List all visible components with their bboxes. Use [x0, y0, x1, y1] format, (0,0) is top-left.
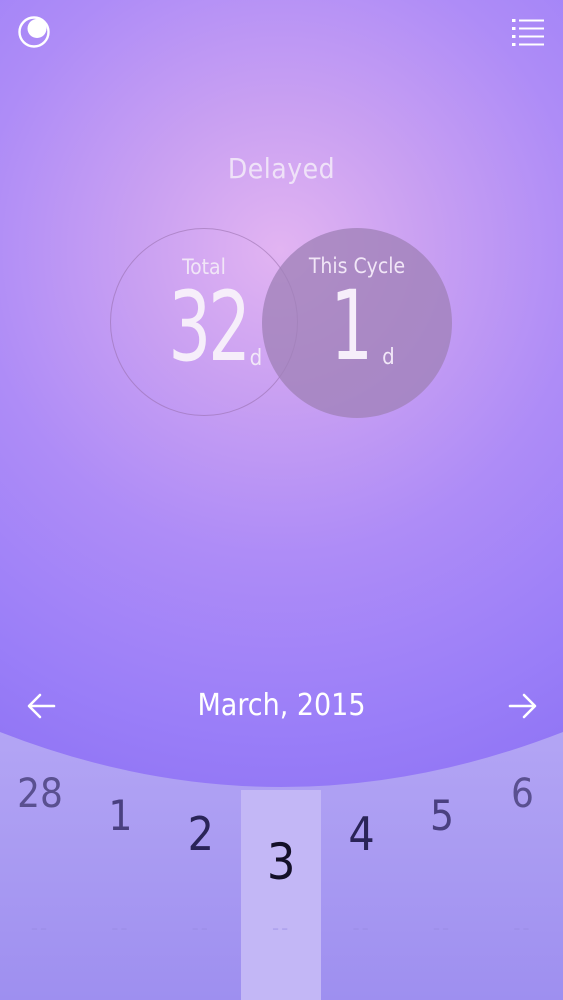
day-marker: -- [272, 916, 291, 941]
day-marker: -- [191, 916, 210, 941]
calendar-strip[interactable]: 28 -- 1 -- 2 -- 3 -- 4 -- 5 -- 6 -- [0, 732, 563, 1000]
day-cells: 28 -- 1 -- 2 -- 3 -- 4 -- 5 -- 6 -- [0, 732, 563, 1000]
day-marker: -- [30, 916, 50, 941]
day-number: 6 [510, 771, 534, 817]
day-cell[interactable]: 2 -- [161, 732, 241, 1000]
this-cycle-unit: d [382, 345, 395, 370]
menu-button[interactable] [510, 14, 546, 50]
day-number: 2 [187, 807, 214, 861]
day-marker: -- [432, 916, 452, 941]
day-number: 1 [108, 791, 133, 840]
day-number: 5 [429, 791, 455, 840]
day-cell[interactable]: 6 -- [482, 732, 562, 1000]
total-value: 32 [168, 271, 251, 383]
arrow-right-icon [508, 693, 537, 719]
moon-button[interactable] [16, 14, 52, 50]
day-cell[interactable]: 28 -- [0, 732, 80, 1000]
day-marker: -- [352, 916, 371, 941]
day-cell[interactable]: 1 -- [80, 732, 160, 1000]
day-cell[interactable]: 4 -- [322, 732, 402, 1000]
status-title: Delayed [227, 152, 336, 185]
this-cycle-value: 1 [330, 270, 373, 382]
month-navigation: March, 2015 [0, 680, 563, 736]
day-cell-selected[interactable]: 3 -- [241, 790, 322, 1000]
total-unit: d [249, 346, 263, 371]
day-number: 4 [348, 807, 375, 861]
day-number: 3 [266, 833, 296, 891]
menu-list-icon [512, 19, 544, 46]
day-cell[interactable]: 5 -- [402, 732, 482, 1000]
moon-icon [18, 16, 50, 48]
day-marker: -- [513, 916, 532, 941]
next-month-button[interactable] [500, 686, 540, 726]
month-label: March, 2015 [197, 688, 366, 723]
day-marker: -- [111, 916, 130, 941]
this-cycle-circle: This Cycle 1 d [262, 228, 452, 418]
day-number: 28 [17, 771, 63, 817]
